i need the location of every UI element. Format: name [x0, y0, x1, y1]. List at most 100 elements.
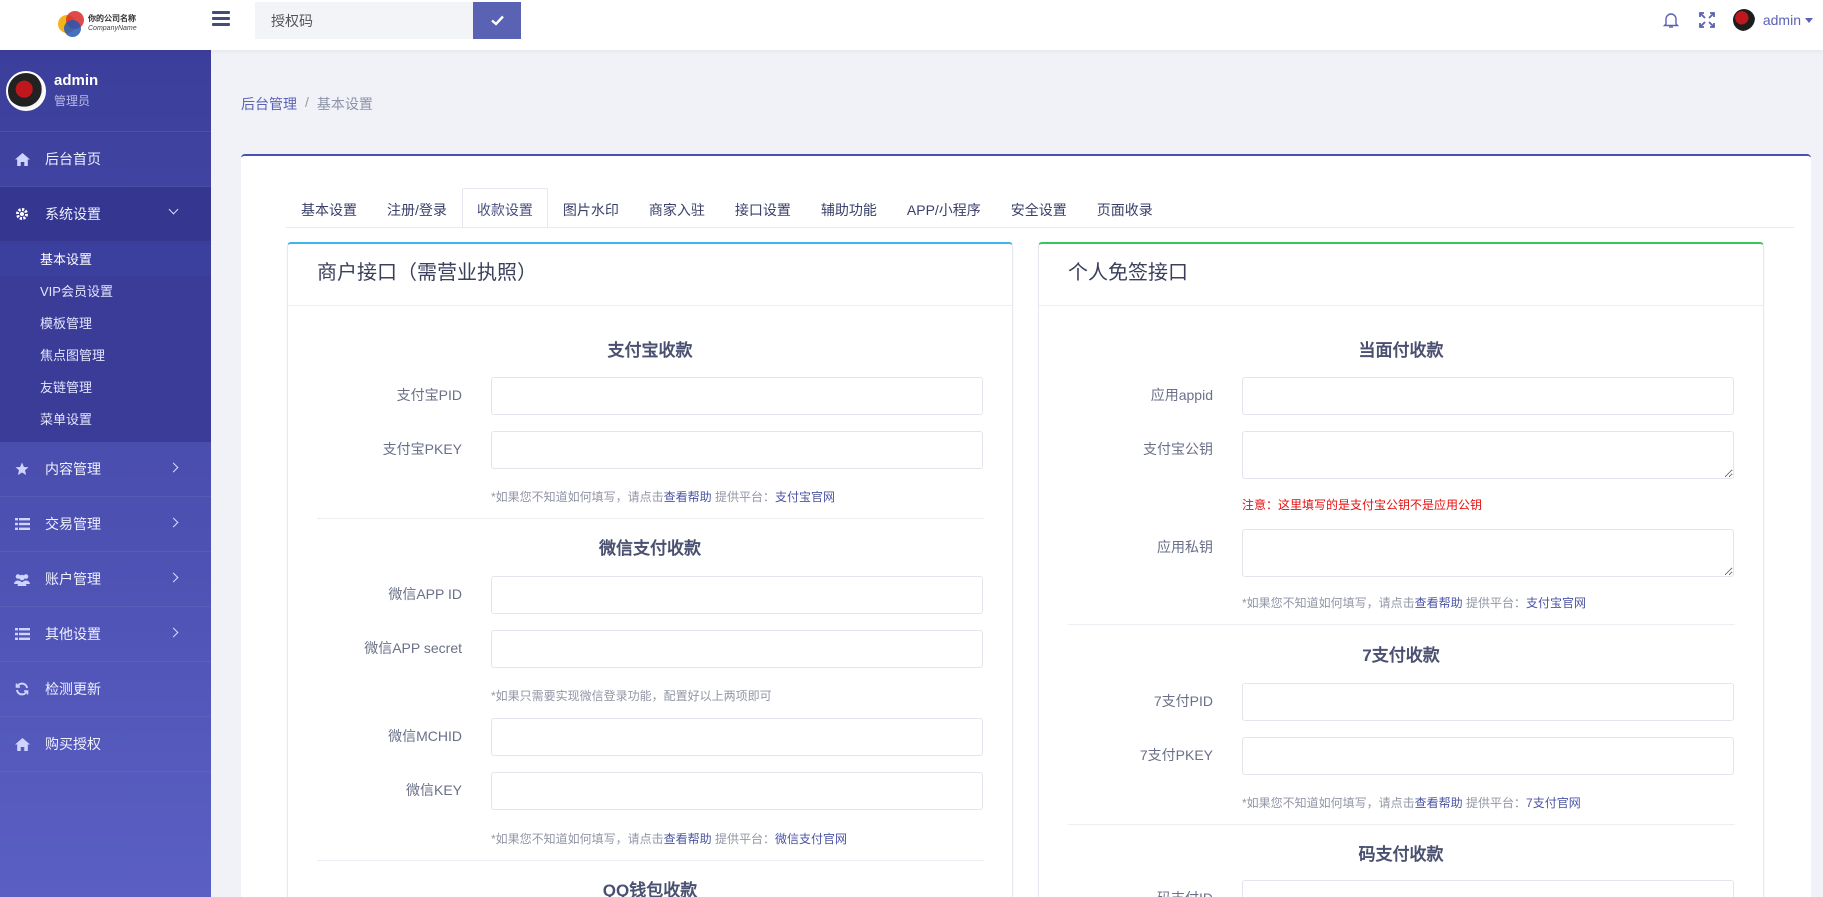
alipay-section-title: 支付宝收款 [607, 341, 693, 360]
panel-title: 商户接口（需营业执照） [288, 244, 1012, 306]
wechat-appid-input[interactable] [491, 576, 983, 614]
tab-basic[interactable]: 基本设置 [286, 188, 372, 228]
settings-tabs: 基本设置 注册/登录 收款设置 图片水印 商家入驻 接口设置 辅助功能 APP/… [286, 188, 1168, 228]
f2f-official-link[interactable]: 支付宝官网 [1526, 596, 1586, 610]
alipay-pid-label: 支付宝PID [396, 387, 462, 403]
sidebar-subitem-menu[interactable]: 菜单设置 [0, 404, 211, 436]
f2f-appid-input[interactable] [1242, 377, 1734, 415]
auth-submit-button[interactable] [473, 2, 521, 39]
personal-interface-panel: 个人免签接口 当面付收款 应用appid 支付宝公钥 注意：这里填写的是支付宝公… [1038, 242, 1764, 897]
f2f-pubkey-textarea[interactable] [1242, 431, 1734, 479]
main-content: 后台管理 / 基本设置 基本设置 注册/登录 收款设置 图片水印 商家入驻 接口… [211, 50, 1823, 897]
wechat-key-input[interactable] [491, 772, 983, 810]
tab-payment[interactable]: 收款设置 [461, 188, 548, 228]
refresh-icon [14, 682, 30, 696]
sidebar-user: admin 管理员 [0, 50, 211, 132]
tab-merchant[interactable]: 商家入驻 [634, 188, 720, 228]
wechat-appid-label: 微信APP ID [388, 586, 462, 602]
tab-assist[interactable]: 辅助功能 [806, 188, 892, 228]
wechat-help-link[interactable]: 查看帮助 [664, 832, 712, 846]
wechat-section-title: 微信支付收款 [599, 539, 701, 558]
sidebar-subitem-links[interactable]: 友链管理 [0, 372, 211, 404]
wechat-key-label: 微信KEY [405, 782, 462, 798]
f2f-help-link[interactable]: 查看帮助 [1415, 596, 1463, 610]
logo-mark-icon [58, 11, 84, 37]
alipay-help-link[interactable]: 查看帮助 [664, 490, 712, 504]
auth-code-input[interactable] [255, 2, 473, 39]
bell-icon[interactable] [1661, 10, 1681, 30]
sidebar-item-update[interactable]: 检测更新 [0, 662, 211, 717]
fullscreen-icon[interactable] [1697, 10, 1717, 30]
tab-register-login[interactable]: 注册/登录 [372, 188, 462, 228]
alipay-pkey-input[interactable] [491, 431, 983, 469]
tab-watermark[interactable]: 图片水印 [548, 188, 634, 228]
f2f-pubkey-label: 支付宝公钥 [1143, 441, 1213, 457]
wechat-official-link[interactable]: 微信支付官网 [775, 832, 847, 846]
sidebar-subitem-vip[interactable]: VIP会员设置 [0, 276, 211, 308]
pay7-official-link[interactable]: 7支付官网 [1526, 796, 1581, 810]
pay7-help-link[interactable]: 查看帮助 [1415, 796, 1463, 810]
pay7-hint: *如果您不知道如何填写，请点击查看帮助 提供平台：7支付官网 [1242, 796, 1581, 810]
sidebar-submenu: 基本设置 VIP会员设置 模板管理 焦点图管理 友链管理 菜单设置 [0, 242, 211, 442]
qq-section-title: QQ钱包收款 [602, 881, 698, 897]
sidebar-item-buy-license[interactable]: 购买授权 [0, 717, 211, 772]
wechat-secret-input[interactable] [491, 630, 983, 668]
pay7-pkey-label: 7支付PKEY [1139, 747, 1213, 763]
alipay-hint: *如果您不知道如何填写，请点击查看帮助 提供平台：支付宝官网 [491, 490, 836, 504]
sidebar: admin 管理员 后台首页 系统设置 基本设置 VIP会员设置 模板管理 焦点… [0, 50, 211, 897]
f2f-section-title: 当面付收款 [1358, 341, 1444, 360]
tab-indexing[interactable]: 页面收录 [1082, 188, 1168, 228]
alipay-pkey-label: 支付宝PKEY [382, 441, 462, 457]
pay7-pid-label: 7支付PID [1153, 693, 1213, 709]
list-icon [14, 517, 30, 531]
sidebar-item-content[interactable]: 内容管理 [0, 442, 211, 497]
merchant-interface-panel: 商户接口（需营业执照） 支付宝收款 支付宝PID 支付宝PKEY *如果您不知道… [287, 242, 1013, 897]
sidebar-item-home[interactable]: 后台首页 [0, 132, 211, 187]
breadcrumb-current: 基本设置 [316, 96, 373, 112]
pay7-pkey-input[interactable] [1242, 737, 1734, 775]
logo-line1: 你的公司名称 [88, 14, 136, 23]
wechat-hint: *如果您不知道如何填写，请点击查看帮助 提供平台：微信支付官网 [491, 832, 848, 846]
panel-title: 个人免签接口 [1039, 244, 1763, 306]
sidebar-item-system-settings[interactable]: 系统设置 [0, 187, 211, 242]
tab-security[interactable]: 安全设置 [996, 188, 1082, 228]
user-menu[interactable]: admin [1732, 9, 1813, 31]
breadcrumb: 后台管理 / 基本设置 [241, 94, 373, 114]
wechat-secret-label: 微信APP secret [364, 640, 462, 656]
f2f-privkey-label: 应用私钥 [1157, 539, 1213, 555]
tab-api[interactable]: 接口设置 [720, 188, 806, 228]
tab-app[interactable]: APP/小程序 [892, 188, 996, 228]
home-icon [14, 737, 30, 751]
avatar [6, 70, 46, 111]
chevron-right-icon [168, 627, 179, 638]
wechat-mchid-label: 微信MCHID [388, 728, 462, 744]
settings-card: 基本设置 注册/登录 收款设置 图片水印 商家入驻 接口设置 辅助功能 APP/… [241, 154, 1811, 897]
sidebar-user-role: 管理员 [54, 94, 91, 108]
caret-down-icon [1805, 17, 1813, 23]
f2f-privkey-textarea[interactable] [1242, 529, 1734, 577]
sidebar-subitem-basic[interactable]: 基本设置 [0, 244, 211, 276]
alipay-official-link[interactable]: 支付宝官网 [775, 490, 835, 504]
alipay-pid-input[interactable] [491, 377, 983, 415]
user-name: admin [1762, 12, 1801, 28]
check-icon [490, 15, 504, 26]
codepay-id-input[interactable] [1242, 880, 1734, 897]
chevron-right-icon [168, 572, 179, 583]
sidebar-item-accounts[interactable]: 账户管理 [0, 552, 211, 607]
menu-toggle-icon[interactable] [212, 11, 230, 29]
wechat-mchid-input[interactable] [491, 718, 983, 756]
codepay-id-label: 码支付ID [1157, 888, 1213, 897]
sidebar-item-other[interactable]: 其他设置 [0, 607, 211, 662]
pay7-pid-input[interactable] [1242, 683, 1734, 721]
breadcrumb-root[interactable]: 后台管理 [241, 94, 297, 114]
sidebar-item-trade[interactable]: 交易管理 [0, 497, 211, 552]
list-icon [14, 627, 30, 641]
sidebar-subitem-banner[interactable]: 焦点图管理 [0, 340, 211, 372]
top-bar: 你的公司名称 CompanyName admin [0, 0, 1823, 50]
company-logo[interactable]: 你的公司名称 CompanyName [58, 6, 178, 42]
gear-icon [14, 207, 30, 221]
chevron-right-icon [168, 517, 179, 528]
sidebar-subitem-template[interactable]: 模板管理 [0, 308, 211, 340]
users-icon [14, 572, 30, 586]
star-icon [14, 462, 30, 476]
